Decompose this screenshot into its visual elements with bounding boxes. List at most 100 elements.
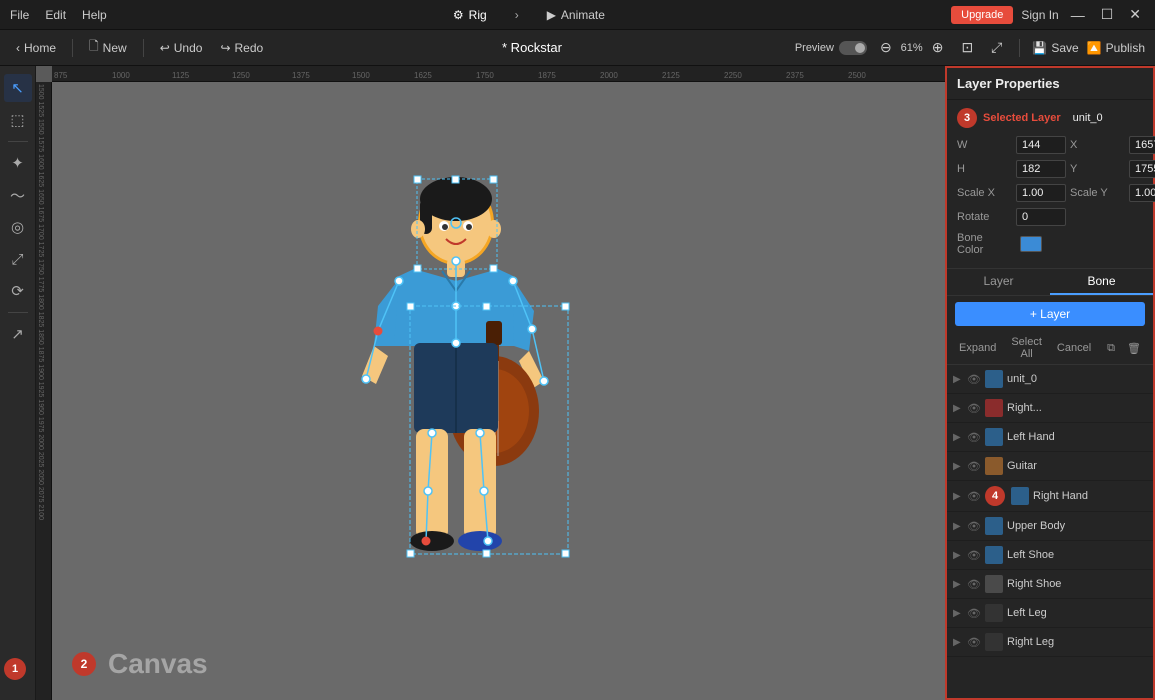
pin-tool[interactable]: ◎ xyxy=(4,213,32,241)
bone-color-swatch[interactable] xyxy=(1020,236,1042,252)
tab-layer[interactable]: Layer xyxy=(947,269,1050,295)
select-all-button[interactable]: Select All xyxy=(1004,334,1049,362)
zoom-control: ⊖ 61% ⊕ xyxy=(875,37,949,58)
layer-item-rightleg[interactable]: ▶ 👁 Right Leg xyxy=(947,628,1153,657)
layer-item-guitar[interactable]: ▶ 👁 Guitar xyxy=(947,452,1153,481)
preview-label: Preview xyxy=(795,42,834,54)
transform-tool[interactable]: ⤢ xyxy=(4,245,32,273)
add-layer-button[interactable]: + Layer xyxy=(955,302,1145,326)
puppet-tool[interactable]: ⟳ xyxy=(4,277,32,305)
canvas-inner[interactable]: 2 Canvas xyxy=(52,82,945,700)
layer-eye-righthand[interactable]: 👁 xyxy=(967,490,981,503)
layer-eye-rightleg[interactable]: 👁 xyxy=(967,636,981,649)
layer-thumb-lefthand xyxy=(985,428,1003,446)
layer-item-right[interactable]: ▶ 👁 Right... xyxy=(947,394,1153,423)
character-figure xyxy=(304,151,604,631)
layer-eye-rightshoe[interactable]: 👁 xyxy=(967,578,981,591)
ruler-mark-1750: 1750 xyxy=(476,71,494,80)
prop-h-input[interactable] xyxy=(1016,160,1066,178)
menu-bar: File Edit Help xyxy=(10,8,107,22)
layer-item-upperbody[interactable]: ▶ 👁 Upper Body xyxy=(947,512,1153,541)
expand-button[interactable]: Expand xyxy=(955,340,1000,356)
layer-item-leftshoe[interactable]: ▶ 👁 Left Shoe xyxy=(947,541,1153,570)
curve-tool[interactable]: 〜 xyxy=(4,181,32,209)
character-svg xyxy=(304,151,604,651)
rig-mode-button[interactable]: ⚙ Rig xyxy=(445,6,495,24)
prop-y-input[interactable] xyxy=(1129,160,1155,178)
layer-bone-tabs: Layer Bone xyxy=(947,269,1153,296)
bone-tool[interactable]: ✦ xyxy=(4,149,32,177)
prop-w-input[interactable] xyxy=(1016,136,1066,154)
selected-layer-value: unit_0 xyxy=(1073,112,1103,124)
prop-row-hy: H Y xyxy=(957,160,1143,178)
prop-row-scale: Scale X Scale Y xyxy=(957,184,1143,202)
layer-item-unit0[interactable]: ▶ 👁 unit_0 xyxy=(947,365,1153,394)
layer-eye-upperbody[interactable]: 👁 xyxy=(967,520,981,533)
prop-scaley-label: Scale Y xyxy=(1070,187,1125,199)
menu-edit[interactable]: Edit xyxy=(45,8,66,22)
layer-eye-guitar[interactable]: 👁 xyxy=(967,460,981,473)
redo-button[interactable]: ↪ Redo xyxy=(214,39,269,57)
layer-item-rightshoe[interactable]: ▶ 👁 Right Shoe xyxy=(947,570,1153,599)
preview-switch[interactable] xyxy=(839,41,867,55)
cancel-button[interactable]: Cancel xyxy=(1053,340,1095,356)
zoom-level: 61% xyxy=(901,42,923,54)
layer-thumb-unit0 xyxy=(985,370,1003,388)
layer-eye-leftshoe[interactable]: 👁 xyxy=(967,549,981,562)
ruler-mark-1875: 1875 xyxy=(538,71,556,80)
menu-file[interactable]: File xyxy=(10,8,29,22)
signin-button[interactable]: Sign In xyxy=(1021,8,1058,22)
layer-eye-leftleg[interactable]: 👁 xyxy=(967,607,981,620)
layer-thumb-upperbody xyxy=(985,517,1003,535)
upgrade-button[interactable]: Upgrade xyxy=(951,6,1013,24)
home-button[interactable]: ‹ Home xyxy=(10,39,62,57)
layer-eye-lefthand[interactable]: 👁 xyxy=(967,431,981,444)
zoom-out-button[interactable]: ⊖ xyxy=(875,37,897,58)
layer-name-rightleg: Right Leg xyxy=(1007,636,1147,648)
layer-item-leftleg[interactable]: ▶ 👁 Left Leg xyxy=(947,599,1153,628)
prop-h-label: H xyxy=(957,163,1012,175)
fit-button[interactable]: ⊡ xyxy=(956,37,978,58)
animate-mode-button[interactable]: ▶ Animate xyxy=(539,6,613,24)
redo-label: Redo xyxy=(235,41,264,55)
save-button[interactable]: 💾 Save xyxy=(1032,41,1078,55)
close-button[interactable]: ✕ xyxy=(1125,6,1145,23)
prop-scaley-input[interactable] xyxy=(1129,184,1155,202)
main-toolbar: ‹ Home 🗋 New ↩ Undo ↪ Redo * Rockstar Pr… xyxy=(0,30,1155,66)
zoom-in-button[interactable]: ⊕ xyxy=(927,37,949,58)
smart-tool[interactable]: ↗ xyxy=(4,320,32,348)
duplicate-button[interactable]: ⧉ xyxy=(1103,340,1119,357)
animate-label: Animate xyxy=(561,8,605,22)
new-icon: 🗋 xyxy=(89,37,99,58)
fullscreen-button[interactable]: ⤢ xyxy=(986,37,1007,58)
prop-rotate-label: Rotate xyxy=(957,211,1012,223)
undo-button[interactable]: ↩ Undo xyxy=(154,39,209,57)
prop-x-input[interactable] xyxy=(1129,136,1155,154)
publish-button[interactable]: 🔼 Publish xyxy=(1087,41,1145,55)
new-button[interactable]: 🗋 New xyxy=(83,35,133,60)
select-tool[interactable]: ↖ xyxy=(4,74,32,102)
preview-toggle[interactable]: Preview xyxy=(795,41,867,55)
layer-item-lefthand[interactable]: ▶ 👁 Left Hand xyxy=(947,423,1153,452)
layer-list[interactable]: ▶ 👁 unit_0 ▶ 👁 Right... ▶ 👁 Left Hand xyxy=(947,365,1153,698)
tab-bone[interactable]: Bone xyxy=(1050,269,1153,295)
canvas-area[interactable]: 875 1000 1125 1250 1375 1500 1625 1750 1… xyxy=(36,66,945,700)
layer-thumb-rightleg xyxy=(985,633,1003,651)
mode-sep: › xyxy=(515,8,519,22)
ruler-mark-2000: 2000 xyxy=(600,71,618,80)
prop-row-rotate: Rotate xyxy=(957,208,1143,226)
prop-scalex-input[interactable] xyxy=(1016,184,1066,202)
minimize-button[interactable]: — xyxy=(1067,7,1089,23)
prop-rotate-input[interactable] xyxy=(1016,208,1066,226)
layer-thumb-rightshoe xyxy=(985,575,1003,593)
layer-eye-right[interactable]: 👁 xyxy=(967,402,981,415)
prop-scalex-label: Scale X xyxy=(957,187,1012,199)
circle-1: 1 xyxy=(4,658,26,680)
menu-help[interactable]: Help xyxy=(82,8,107,22)
layer-item-righthand[interactable]: ▶ 👁 4 Right Hand xyxy=(947,481,1153,512)
delete-button[interactable]: 🗑 xyxy=(1123,340,1145,357)
maximize-button[interactable]: ☐ xyxy=(1097,6,1118,23)
rect-select-tool[interactable]: ⬚ xyxy=(4,106,32,134)
layer-eye-unit0[interactable]: 👁 xyxy=(967,373,981,386)
prop-w-label: W xyxy=(957,139,1012,151)
